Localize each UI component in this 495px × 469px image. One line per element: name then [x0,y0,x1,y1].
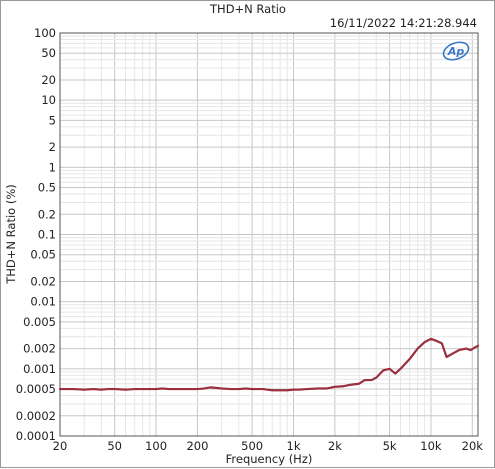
x-tick-label: 5k [383,439,397,453]
x-tick-label: 200 [186,439,208,453]
timestamp: 16/11/2022 14:21:28.944 [330,16,477,30]
y-tick-label: 0.0002 [16,409,56,423]
thdn-trace-line [58,337,480,392]
thdn-chart: THD+N Ratio 16/11/2022 14:21:28.944 100 5… [4,2,484,466]
y-tick-labels: 100 50 20 10 5 2 1 0.5 0.2 0.1 0.05 0.02 0.01 0.005 0.… [16,26,56,443]
y-tick-label: 0.02 [30,274,56,288]
graph-window: THD+N Ratio 16/11/2022 14:21:28.944 100 5… [0,0,495,468]
y-axis-label: THD+N Ratio (%) [4,184,18,285]
y-tick-label: 50 [41,46,56,60]
y-tick-label: 20 [41,73,56,87]
y-tick-label: 0.0005 [16,382,56,396]
x-tick-label: 10k [420,439,442,453]
y-tick-label: 100 [34,26,56,40]
y-tick-label: 0.2 [38,207,56,221]
y-tick-label: 2 [49,140,56,154]
x-tick-label: 20k [462,439,484,453]
chart-title: THD+N Ratio [209,2,286,16]
y-tick-label: 0.005 [23,315,56,329]
x-tick-label: 500 [241,439,263,453]
y-tick-label: 1 [49,160,56,174]
x-tick-label: 2k [328,439,342,453]
x-axis-label: Frequency (Hz) [226,452,313,466]
x-tick-label: 50 [107,439,122,453]
y-tick-label: 0.1 [38,228,56,242]
x-tick-label: 20 [53,439,68,453]
y-tick-label: 10 [41,93,56,107]
ap-logo-text: Ap [447,45,465,58]
y-tick-label: 5 [49,113,56,127]
x-tick-label: 1k [287,439,301,453]
x-tick-labels: 20 50 100 200 500 1k 2k 5k 10k 20k [53,439,484,453]
x-tick-label: 100 [145,439,167,453]
y-tick-label: 0.002 [23,342,56,356]
y-tick-label: 0.001 [23,362,56,376]
y-tick-label: 0.0001 [16,429,56,443]
y-tick-label: 0.5 [38,181,56,195]
trace-group [58,337,480,392]
plot-grid [59,32,478,437]
y-tick-label: 0.01 [30,295,56,309]
y-tick-label: 0.05 [30,248,56,262]
